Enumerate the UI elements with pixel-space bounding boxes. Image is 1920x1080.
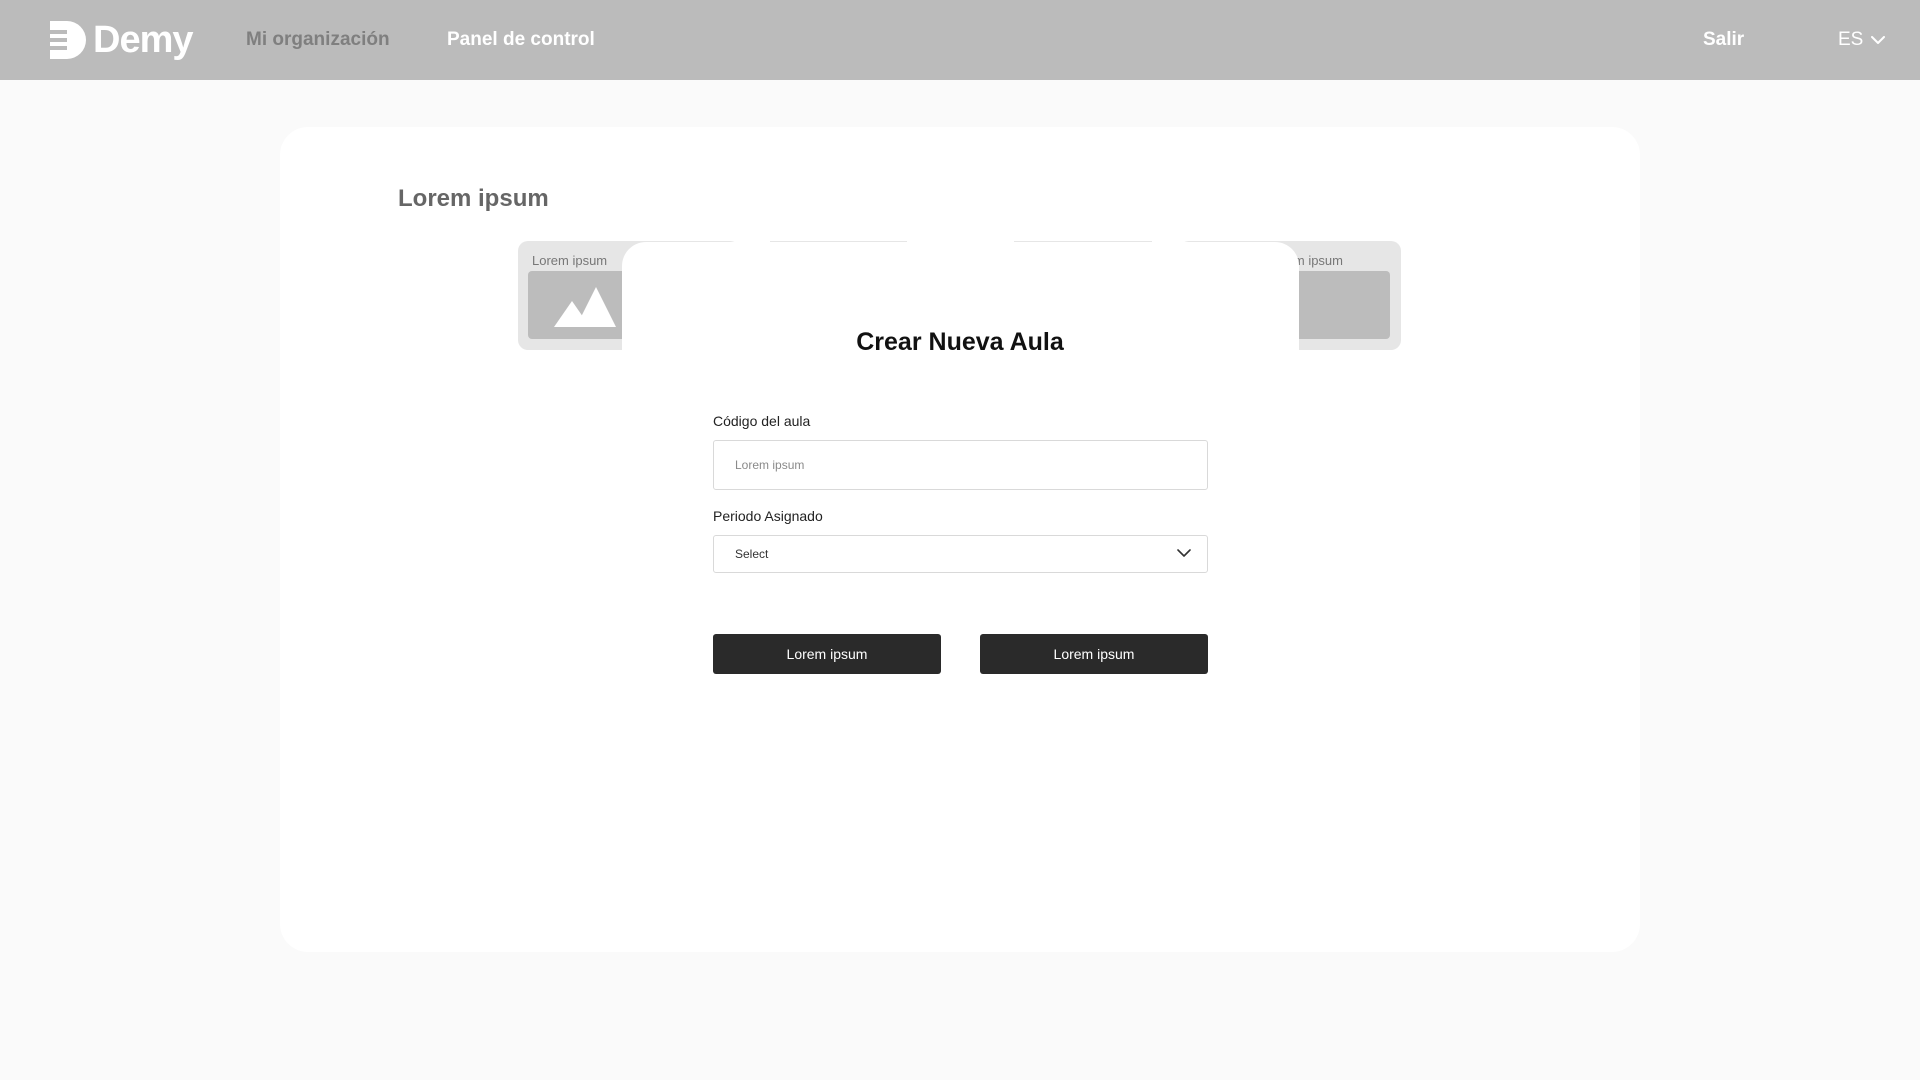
brand-name: Demy [93,19,193,61]
section-title: Lorem ipsum [398,185,549,212]
chevron-down-icon [1871,35,1886,44]
assigned-period-select[interactable]: Select [713,535,1208,573]
classroom-card-label: m ipsum [1293,253,1343,268]
brand-logo[interactable]: Demy [50,19,193,61]
cancel-button[interactable]: Lorem ipsum [713,634,941,674]
demy-logo-icon [50,21,86,59]
create-button[interactable]: Lorem ipsum [980,634,1208,674]
classroom-code-label: Código del aula [713,413,811,429]
language-label: ES [1838,29,1864,50]
modal-title: Crear Nueva Aula [856,328,1064,356]
assigned-period-value: Select [735,547,769,561]
image-placeholder-icon [554,287,616,327]
nav-dashboard[interactable]: Panel de control [447,29,595,51]
language-selector[interactable]: ES [1838,29,1886,51]
classroom-card-label: Lorem ipsum [532,253,608,268]
assigned-period-label: Periodo Asignado [713,508,823,524]
top-navbar: Demy Mi organización Panel de control Sa… [0,0,1920,80]
logout-link[interactable]: Salir [1703,29,1744,51]
classroom-code-input[interactable] [713,440,1208,490]
nav-my-organization[interactable]: Mi organización [246,29,390,51]
chevron-down-icon [1177,549,1191,557]
